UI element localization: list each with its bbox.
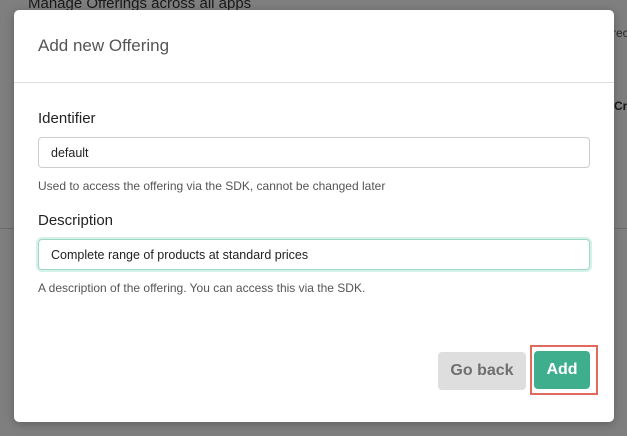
description-help-text: A description of the offering. You can a…	[38, 281, 366, 295]
description-input[interactable]	[38, 239, 590, 270]
go-back-button[interactable]: Go back	[438, 352, 526, 390]
add-offering-modal: Add new Offering Identifier Used to acce…	[14, 10, 614, 422]
identifier-label: Identifier	[38, 110, 96, 127]
add-button[interactable]: Add	[534, 351, 590, 389]
modal-header: Add new Offering	[14, 10, 614, 83]
identifier-input[interactable]	[38, 137, 590, 168]
modal-title: Add new Offering	[38, 36, 170, 55]
description-label: Description	[38, 212, 114, 229]
identifier-help-text: Used to access the offering via the SDK,…	[38, 179, 386, 193]
